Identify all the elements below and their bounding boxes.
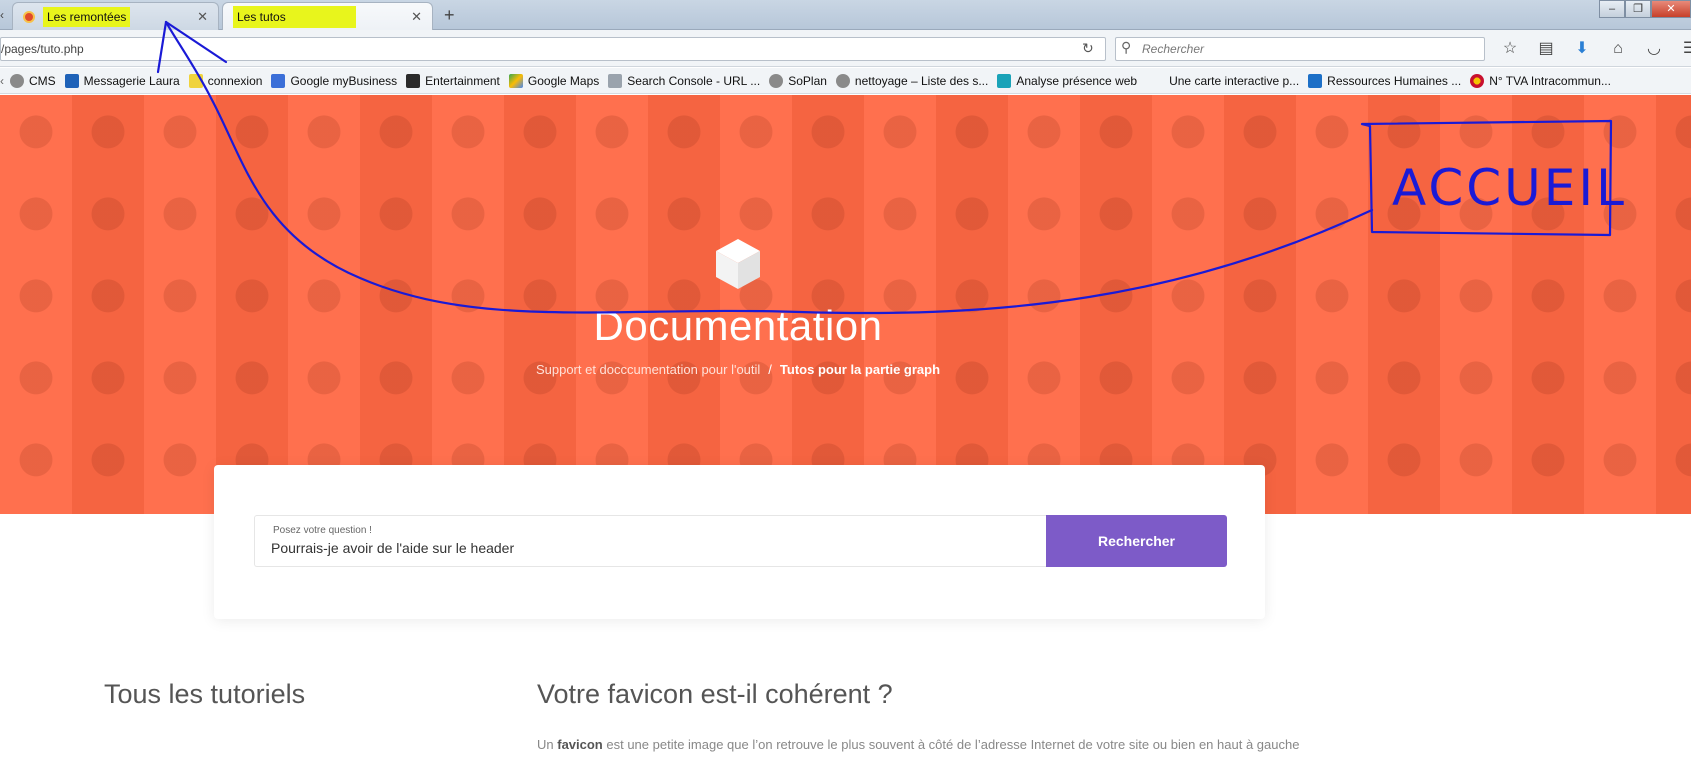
bookmark-label: Entertainment [425, 73, 500, 88]
bookmark-messagerie[interactable]: Messagerie Laura [64, 73, 180, 88]
bookmark-label: Analyse présence web [1016, 73, 1138, 88]
tab-les-tutos[interactable]: Les tutos ✕ [222, 2, 433, 30]
browser-tab-strip: ‹ Les remontées ✕ Les tutos ✕ + – ❐ ✕ [0, 0, 1691, 30]
bookmark-label: Search Console - URL ... [627, 73, 761, 88]
bookmark-google-maps[interactable]: Google Maps [508, 73, 600, 88]
bookmark-label: connexion [207, 73, 263, 88]
search-console-icon [608, 73, 623, 88]
bookmark-soplan[interactable]: SoPlan [769, 73, 827, 88]
favicon-icon [23, 10, 35, 23]
download-icon[interactable]: ⬇ [1567, 38, 1597, 60]
reload-icon[interactable]: ↻ [1082, 40, 1094, 57]
browser-search-input[interactable]: Rechercher [1115, 37, 1485, 61]
analysis-icon [997, 73, 1012, 88]
breadcrumb-separator: / [768, 362, 772, 377]
tab-scroll-left-icon[interactable]: ‹ [0, 8, 4, 22]
bookmark-label: Messagerie Laura [83, 73, 180, 88]
eu-flag-icon [1470, 73, 1485, 88]
google-maps-icon [508, 73, 523, 88]
menu-icon[interactable]: ☰ [1675, 38, 1691, 60]
breadcrumb: Support et docccumentation pour l'outil /… [0, 362, 1476, 377]
article-text: est une petite image que l’on retrouve l… [602, 737, 1300, 752]
restore-icon[interactable]: ❐ [1625, 0, 1651, 18]
folder-icon [188, 73, 203, 88]
cube-logo-icon [716, 239, 760, 289]
bookmark-cms[interactable]: CMS [10, 73, 56, 88]
url-text: /pages/tuto.php [1, 42, 84, 56]
new-tab-icon[interactable]: + [444, 5, 455, 26]
question-label: Posez votre question ! [273, 525, 372, 536]
article-keyword: favicon [557, 737, 603, 752]
bookmark-label: N° TVA Intracommun... [1489, 73, 1611, 88]
hero-banner: Documentation Support et docccumentation… [0, 95, 1691, 514]
close-window-icon[interactable]: ✕ [1651, 0, 1691, 18]
close-tab-icon[interactable]: ✕ [197, 9, 208, 25]
bookmark-google-mybusiness[interactable]: Google myBusiness [271, 73, 398, 88]
bookmarks-bar: ‹ CMS Messagerie Laura connexion Google … [0, 68, 1691, 94]
screenshot-root: ‹ Les remontées ✕ Les tutos ✕ + – ❐ ✕ /p… [0, 0, 1691, 758]
question-input[interactable] [271, 540, 1031, 556]
reading-list-icon[interactable]: ▤ [1531, 38, 1561, 60]
bookmark-nettoyage[interactable]: nettoyage – Liste des s... [835, 73, 989, 88]
bookmark-analyse[interactable]: Analyse présence web [997, 73, 1138, 88]
globe-icon [835, 73, 850, 88]
outlook-icon [64, 73, 79, 88]
tab-title: Les tutos [233, 5, 356, 28]
google-mybusiness-icon [271, 73, 286, 88]
page-title: Documentation [593, 302, 883, 349]
tab-title: Les remontées [43, 6, 131, 27]
bookmark-search-console[interactable]: Search Console - URL ... [608, 73, 761, 88]
breadcrumb-current: Tutos pour la partie graph [779, 362, 941, 377]
url-bar[interactable]: /pages/tuto.php [0, 37, 1106, 61]
pocket-icon[interactable]: ◡ [1639, 38, 1669, 60]
search-placeholder: Rechercher [1142, 42, 1205, 56]
bookmark-carte-interactive[interactable]: Une carte interactive p... [1169, 74, 1299, 88]
article-title: Votre favicon est-il cohérent ? [537, 679, 893, 709]
toolbar-icons: ☆ ▤ ⬇ ⌂ ◡ ☰ [1495, 38, 1691, 60]
sharepoint-icon [1308, 73, 1323, 88]
breadcrumb-root-link[interactable]: Support et docccumentation pour l'outil [536, 362, 760, 377]
bookmark-ressources-humaines[interactable]: Ressources Humaines ... [1308, 73, 1462, 88]
globe-icon [10, 73, 24, 88]
question-field[interactable]: Posez votre question ! [254, 515, 1046, 567]
bookmark-label: Google myBusiness [290, 73, 398, 88]
bookmark-tva[interactable]: N° TVA Intracommun... [1470, 73, 1611, 88]
tab-les-remontees[interactable]: Les remontées ✕ [12, 2, 219, 30]
bookmark-label: Une carte interactive p... [1169, 73, 1300, 88]
bookmark-label: nettoyage – Liste des s... [854, 73, 989, 88]
bookmark-label: Google Maps [527, 73, 600, 88]
bookmark-label: CMS [29, 73, 56, 88]
book-icon [406, 73, 421, 88]
bookmarks-overflow-icon: ‹ [0, 73, 4, 88]
bookmark-label: SoPlan [788, 73, 827, 88]
bookmark-entertainment[interactable]: Entertainment [406, 73, 500, 88]
search-card: Posez votre question ! Rechercher [214, 465, 1265, 619]
bookmark-connexion[interactable]: connexion [188, 73, 263, 88]
article-text: Un [537, 737, 558, 752]
sidebar-title: Tous les tutoriels [104, 679, 306, 709]
bookmark-label: Ressources Humaines ... [1327, 73, 1462, 88]
search-icon: ⚲ [1121, 39, 1132, 55]
home-icon[interactable]: ⌂ [1603, 38, 1633, 60]
window-controls: – ❐ ✕ [1599, 0, 1691, 18]
article-intro: Un favicon est une petite image que l’on… [537, 737, 1299, 752]
close-tab-icon[interactable]: ✕ [411, 9, 422, 25]
globe-icon [769, 73, 784, 88]
minimize-icon[interactable]: – [1599, 0, 1625, 18]
search-button[interactable]: Rechercher [1046, 515, 1227, 567]
bookmark-star-icon[interactable]: ☆ [1495, 38, 1525, 60]
